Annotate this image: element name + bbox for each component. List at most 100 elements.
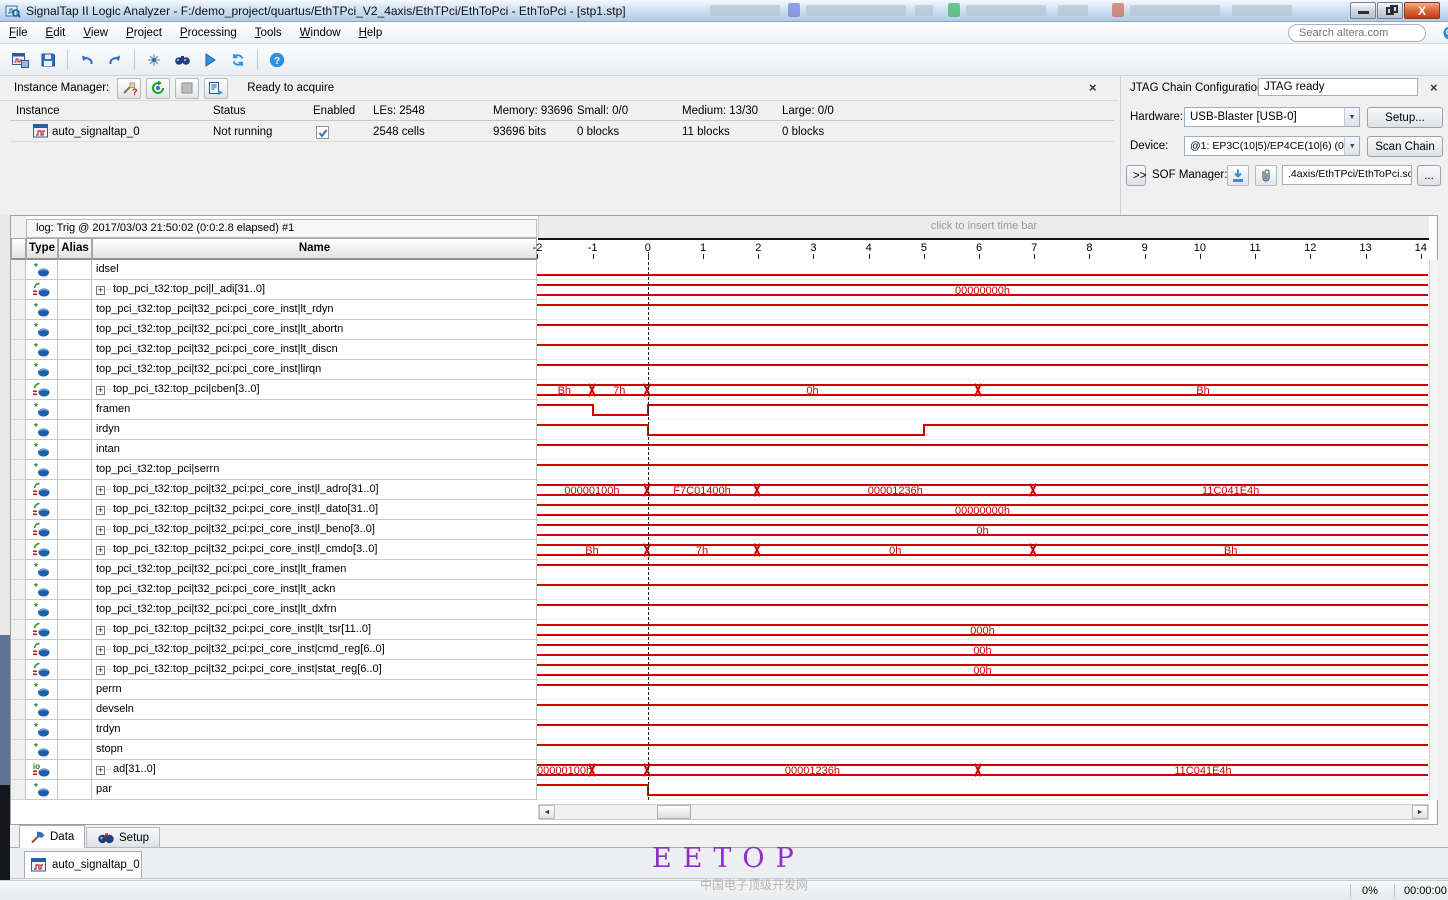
signal-wave[interactable] [537,420,1428,440]
expand-icon[interactable]: + [96,546,105,555]
find-button[interactable] [169,47,195,73]
signal-row[interactable]: * top_pci_t32:top_pci|t32_pci:pci_core_i… [11,320,1429,340]
signal-row[interactable]: io + ··ad[31..0] 00000100h 00001236h 11C041… [11,760,1429,780]
signal-alias-cell[interactable] [58,300,92,320]
menu-window[interactable]: Window [291,24,350,42]
signal-row[interactable]: * top_pci_t32:top_pci|t32_pci:pci_core_i… [11,580,1429,600]
chevron-down-icon[interactable]: ▼ [1344,137,1359,155]
signal-alias-cell[interactable] [58,700,92,720]
signal-alias-cell[interactable] [58,780,92,800]
expand-icon[interactable]: + [96,386,105,395]
sof-file-field[interactable]: .4axis/EthTPci/EthToPci.sof [1282,165,1412,185]
signal-name-cell[interactable]: top_pci_t32:top_pci|t32_pci:pci_core_ins… [92,320,537,340]
signal-alias-cell[interactable] [58,360,92,380]
stp-new-button[interactable] [7,47,33,73]
signal-wave[interactable] [537,460,1428,480]
signal-wave[interactable]: 000h [537,620,1428,640]
signal-wave[interactable]: 00h [537,640,1428,660]
acquire-run-button[interactable] [146,77,171,99]
signal-row[interactable]: * framen [11,400,1429,420]
signal-wave[interactable]: 00000000h [537,280,1428,300]
column-header-name[interactable]: Name [92,238,537,260]
signal-row[interactable]: * irdyn [11,420,1429,440]
signal-alias-cell[interactable] [58,340,92,360]
hardware-select[interactable]: USB-Blaster [USB-0] ▼ [1184,107,1360,127]
expand-icon[interactable]: + [96,766,105,775]
attach-sof-button[interactable] [1255,165,1277,186]
signal-alias-cell[interactable] [58,660,92,680]
signal-wave[interactable] [537,260,1428,280]
vertical-scrollbar[interactable] [1429,260,1438,800]
minimize-button[interactable] [1350,2,1376,19]
signal-wave[interactable]: 00000000h [537,500,1428,520]
save-button[interactable] [35,47,61,73]
signal-wave[interactable] [537,340,1428,360]
signal-alias-cell[interactable] [58,760,92,780]
signal-wave[interactable] [537,300,1428,320]
signal-row[interactable]: + ··top_pci_t32:top_pci|t32_pci:pci_core_… [11,620,1429,640]
signal-alias-cell[interactable] [58,600,92,620]
signal-name-cell[interactable]: top_pci_t32:top_pci|t32_pci:pci_core_ins… [92,580,537,600]
signal-row[interactable]: * devseln [11,700,1429,720]
signal-alias-cell[interactable] [58,380,92,400]
scan-chain-button[interactable]: Scan Chain [1367,136,1443,157]
signal-row[interactable]: + ··top_pci_t32:top_pci|t32_pci:pci_core_… [11,640,1429,660]
instance-cell[interactable]: auto_signaltap_0 [52,126,140,138]
expand-icon[interactable]: + [96,626,105,635]
wand-button[interactable]: ? [117,77,142,99]
time-ruler[interactable]: -2 -1 0 1 2 3 4 5 6 7 8 9 10 11 12 13 14 [533,238,1429,260]
signal-row[interactable]: * stopn [11,740,1429,760]
insert-time-bar-strip[interactable]: click to insert time bar [538,216,1429,238]
signal-row[interactable]: + ··top_pci_t32:top_pci|t32_pci:pci_core_… [11,540,1429,560]
signal-name-cell[interactable]: + ··top_pci_t32:top_pci|t32_pci:pci_core_… [92,520,537,540]
close-button[interactable]: X [1404,2,1440,19]
signal-wave[interactable] [537,580,1428,600]
signal-name-cell[interactable]: par [92,780,537,800]
signal-name-cell[interactable]: intan [92,440,537,460]
signal-row[interactable]: * top_pci_t32:top_pci|t32_pci:pci_core_i… [11,600,1429,620]
signal-wave[interactable] [537,400,1428,420]
close-icon[interactable]: × [1089,81,1097,94]
close-icon[interactable]: × [1430,81,1438,94]
signal-alias-cell[interactable] [58,440,92,460]
signal-row[interactable]: * idsel [11,260,1429,280]
menu-processing[interactable]: Processing [171,24,246,42]
signal-alias-cell[interactable] [58,620,92,640]
signal-wave[interactable] [537,740,1428,760]
signal-alias-cell[interactable] [58,640,92,660]
signal-alias-cell[interactable] [58,500,92,520]
signal-wave[interactable]: Bh 7h 0h Bh [537,540,1428,560]
expand-panel-button[interactable]: >> [1126,165,1146,186]
log-header[interactable]: log: Trig @ 2017/03/03 21:50:02 (0:0:2.8… [26,219,537,238]
signal-row[interactable]: * par [11,780,1429,800]
horizontal-scrollbar[interactable]: ◄ ► [538,804,1429,820]
search-input[interactable] [1297,26,1443,40]
report-button[interactable] [204,77,229,99]
search-icon[interactable] [1443,26,1448,40]
expand-icon[interactable]: + [96,666,105,675]
instance-cell[interactable]: 93696 bits [493,126,546,138]
signal-row[interactable]: + ··top_pci_t32:top_pci|cben[3..0] Bh 7h 0h… [11,380,1429,400]
signal-alias-cell[interactable] [58,740,92,760]
signal-name-cell[interactable]: top_pci_t32:top_pci|t32_pci:pci_core_ins… [92,560,537,580]
signal-alias-cell[interactable] [58,420,92,440]
signal-row[interactable]: * top_pci_t32:top_pci|t32_pci:pci_core_i… [11,360,1429,380]
signal-name-cell[interactable]: + ··top_pci_t32:top_pci|t32_pci:pci_core_… [92,540,537,560]
signal-name-cell[interactable]: + ··top_pci_t32:top_pci|cben[3..0] [92,380,537,400]
signal-alias-cell[interactable] [58,720,92,740]
signal-row[interactable]: + ··top_pci_t32:top_pci|t32_pci:pci_core_… [11,500,1429,520]
instance-cell[interactable]: 11 blocks [682,126,730,138]
signal-row[interactable]: * top_pci_t32:top_pci|t32_pci:pci_core_i… [11,340,1429,360]
expand-icon[interactable]: + [96,286,105,295]
signal-name-cell[interactable]: + ··top_pci_t32:top_pci|t32_pci:pci_core_… [92,480,537,500]
signal-name-cell[interactable]: stopn [92,740,537,760]
program-device-button[interactable] [1227,165,1249,186]
signal-name-cell[interactable]: + ··top_pci_t32:top_pci|t32_pci:pci_core_… [92,500,537,520]
chevron-down-icon[interactable]: ▼ [1344,108,1359,126]
scroll-left-icon[interactable]: ◄ [539,805,555,819]
menu-help[interactable]: Help [350,24,392,42]
signal-wave[interactable] [537,600,1428,620]
expand-icon[interactable]: + [96,526,105,535]
tab-setup[interactable]: Setup [86,827,161,848]
instance-cell[interactable]: 2548 cells [373,126,425,138]
